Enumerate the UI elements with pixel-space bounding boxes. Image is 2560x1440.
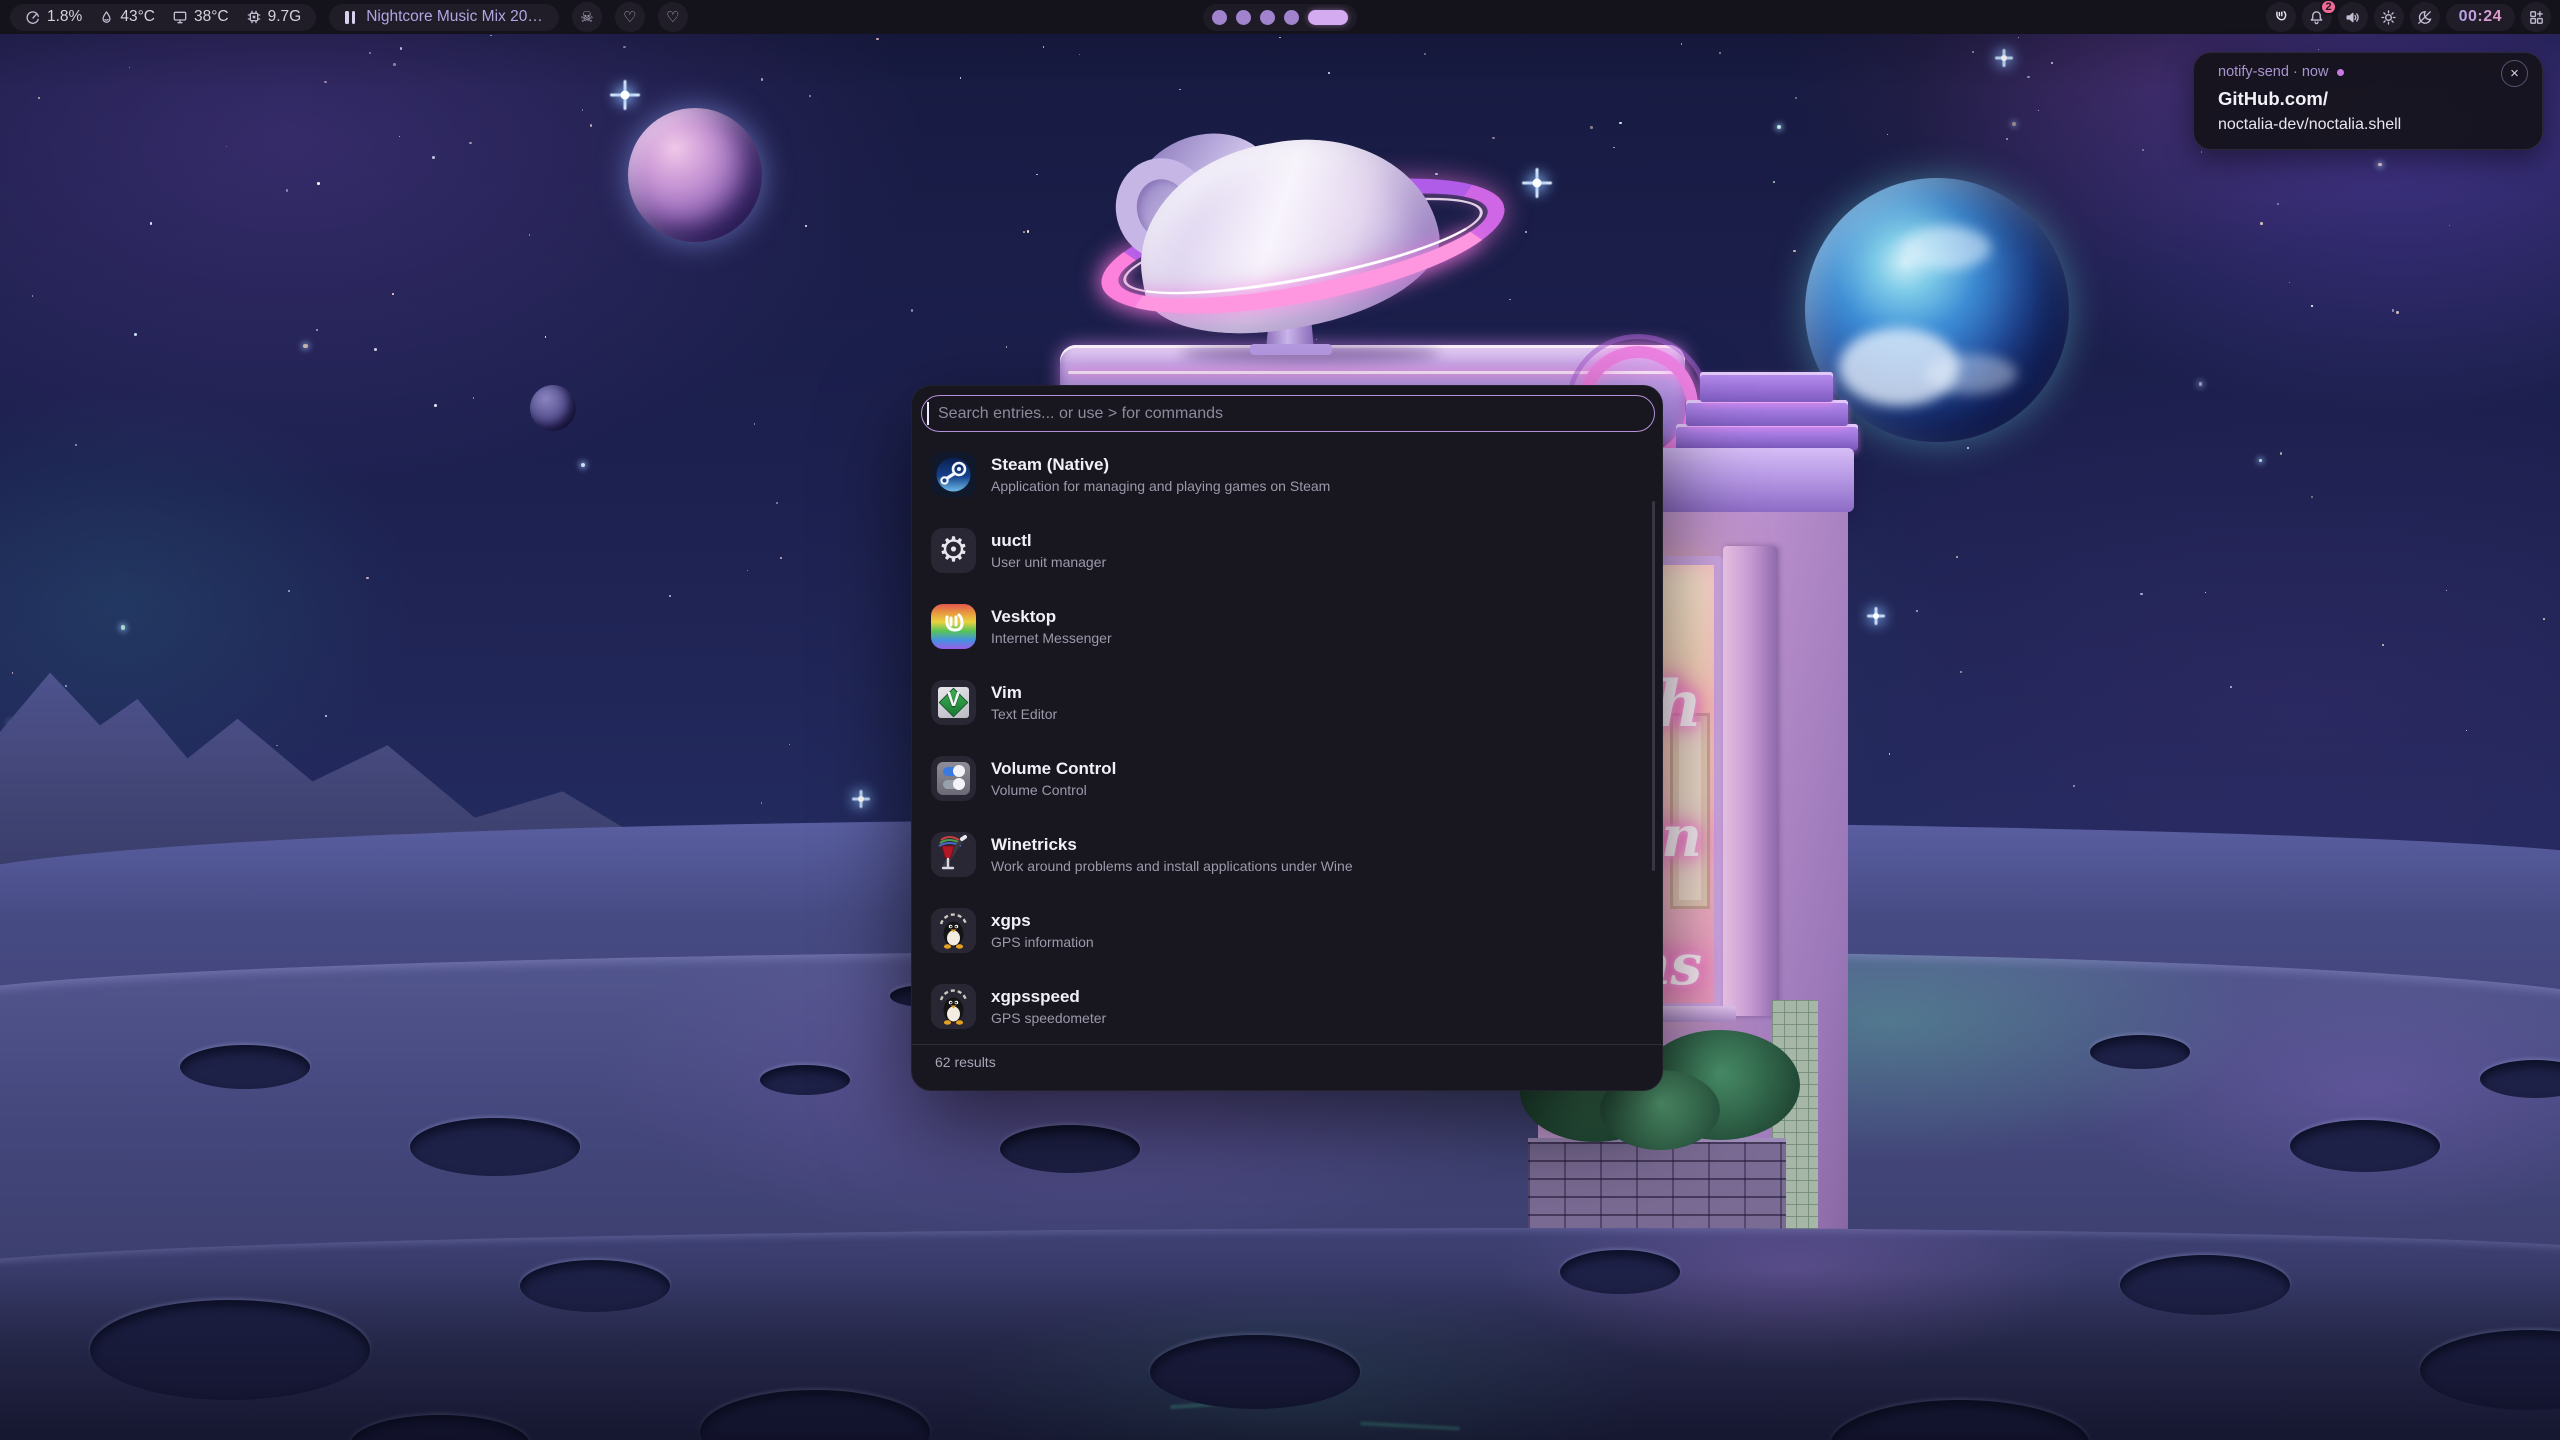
top-bar-left: 1.8% 43°C 38°C 9.7G xyxy=(10,0,688,34)
vim-icon: V xyxy=(931,680,976,725)
results-list: Steam (Native) Application for managing … xyxy=(912,436,1664,1044)
clock[interactable]: 00:24 xyxy=(2446,4,2515,31)
skull-icon: ☠ xyxy=(580,8,593,26)
heart-button[interactable]: ♡ xyxy=(615,2,645,32)
workspace-dot[interactable] xyxy=(1212,10,1227,25)
speaker-icon xyxy=(2344,9,2361,26)
launcher-entry[interactable]: ⚙ uuctl User unit manager xyxy=(912,512,1664,588)
tux-icon xyxy=(931,908,976,953)
top-bar: 1.8% 43°C 38°C 9.7G xyxy=(0,0,2560,34)
volume-icon xyxy=(931,756,976,801)
top-bar-right: 2 00:24 xyxy=(2266,0,2551,34)
clock-value: 00:24 xyxy=(2459,8,2502,26)
notification-meta: notify-send · now xyxy=(2218,64,2344,80)
workspace-active[interactable] xyxy=(1308,10,1348,25)
tux-icon xyxy=(931,984,976,1029)
entry-description: Work around problems and install applica… xyxy=(991,858,1353,874)
entry-title: xgpsspeed xyxy=(991,987,1106,1007)
gpu-temperature-value: 38°C xyxy=(194,8,229,26)
temperature-icon xyxy=(99,10,114,25)
heart-icon: ♡ xyxy=(623,8,636,26)
launcher-entry[interactable]: Vesktop Internet Messenger xyxy=(912,588,1664,664)
notification-title: GitHub.com/ xyxy=(2218,88,2328,110)
desktop: h on ns xyxy=(0,0,2560,1440)
entry-description: GPS speedometer xyxy=(991,1010,1106,1026)
workspace-dot[interactable] xyxy=(1260,10,1275,25)
text-caret xyxy=(927,402,929,425)
entry-description: User unit manager xyxy=(991,554,1106,570)
media-title: Nightcore Music Mix 20… xyxy=(366,8,543,26)
workspace-indicator[interactable] xyxy=(1203,4,1357,31)
footer-divider xyxy=(912,1044,1662,1045)
memory-usage-value: 9.7G xyxy=(268,8,302,26)
notification-body: noctalia-dev/noctalia.shell xyxy=(2218,116,2401,134)
notifications-button[interactable]: 2 xyxy=(2302,2,2332,32)
entry-title: Steam (Native) xyxy=(991,455,1330,475)
dashboard-icon xyxy=(2528,9,2545,26)
brightness-icon xyxy=(2380,9,2397,26)
vesktop-tray-icon xyxy=(2273,9,2289,25)
winetricks-icon xyxy=(931,832,976,877)
notification-close-button[interactable]: × xyxy=(2501,60,2528,87)
entry-title: uuctl xyxy=(991,531,1106,551)
cpu-usage-value: 1.8% xyxy=(47,8,82,26)
scrollbar[interactable] xyxy=(1652,501,1655,871)
entry-title: xgps xyxy=(991,911,1094,931)
cpu-temperature: 43°C xyxy=(99,8,155,26)
heart-icon: ♡ xyxy=(666,8,679,26)
memory-usage: 9.7G xyxy=(246,8,302,26)
vesktop-icon xyxy=(931,604,976,649)
skull-button[interactable]: ☠ xyxy=(572,2,602,32)
night-light-button[interactable] xyxy=(2410,2,2440,32)
heart-button[interactable]: ♡ xyxy=(658,2,688,32)
search-input[interactable] xyxy=(921,395,1655,432)
app-launcher: Steam (Native) Application for managing … xyxy=(911,385,1663,1091)
cpu-usage: 1.8% xyxy=(25,8,82,26)
steam-icon xyxy=(931,452,976,497)
pause-icon[interactable] xyxy=(345,11,355,24)
top-bar-center xyxy=(1203,4,1357,31)
gear-icon: ⚙ xyxy=(931,528,976,573)
memory-icon xyxy=(246,9,262,25)
launcher-entry[interactable]: Volume Control Volume Control xyxy=(912,740,1664,816)
launcher-entry[interactable]: xgpsspeed GPS speedometer xyxy=(912,968,1664,1044)
gauge-icon xyxy=(25,9,41,25)
launcher-entry[interactable]: V Vim Text Editor xyxy=(912,664,1664,740)
launcher-entry[interactable]: Winetricks Work around problems and inst… xyxy=(912,816,1664,892)
brightness-button[interactable] xyxy=(2374,2,2404,32)
unread-dot xyxy=(2337,69,2344,76)
entry-title: Vim xyxy=(991,683,1057,703)
close-icon: × xyxy=(2510,66,2519,81)
screen-temperature-icon xyxy=(172,9,188,25)
night-light-off-icon xyxy=(2416,9,2433,26)
notification-badge: 2 xyxy=(2320,0,2336,15)
entry-title: Vesktop xyxy=(991,607,1112,627)
notification-popup[interactable]: notify-send · now × GitHub.com/ noctalia… xyxy=(2193,52,2543,150)
entry-description: Application for managing and playing gam… xyxy=(991,478,1330,494)
volume-button[interactable] xyxy=(2338,2,2368,32)
vesktop-tray-button[interactable] xyxy=(2266,2,2296,32)
entry-title: Volume Control xyxy=(991,759,1116,779)
cpu-temperature-value: 43°C xyxy=(120,8,155,26)
entry-description: GPS information xyxy=(991,934,1094,950)
launcher-entry[interactable]: xgps GPS information xyxy=(912,892,1664,968)
dashboard-button[interactable] xyxy=(2521,2,2551,32)
gpu-temperature: 38°C xyxy=(172,8,229,26)
entry-title: Winetricks xyxy=(991,835,1353,855)
entry-description: Text Editor xyxy=(991,706,1057,722)
media-player-pill[interactable]: Nightcore Music Mix 20… xyxy=(329,4,559,31)
system-stats-pill[interactable]: 1.8% 43°C 38°C 9.7G xyxy=(10,4,316,31)
notification-app-time: notify-send · now xyxy=(2218,64,2328,80)
results-count: 62 results xyxy=(935,1054,996,1070)
entry-description: Volume Control xyxy=(991,782,1116,798)
workspace-dot[interactable] xyxy=(1236,10,1251,25)
launcher-entry[interactable]: Steam (Native) Application for managing … xyxy=(912,436,1664,512)
entry-description: Internet Messenger xyxy=(991,630,1112,646)
workspace-dot[interactable] xyxy=(1284,10,1299,25)
